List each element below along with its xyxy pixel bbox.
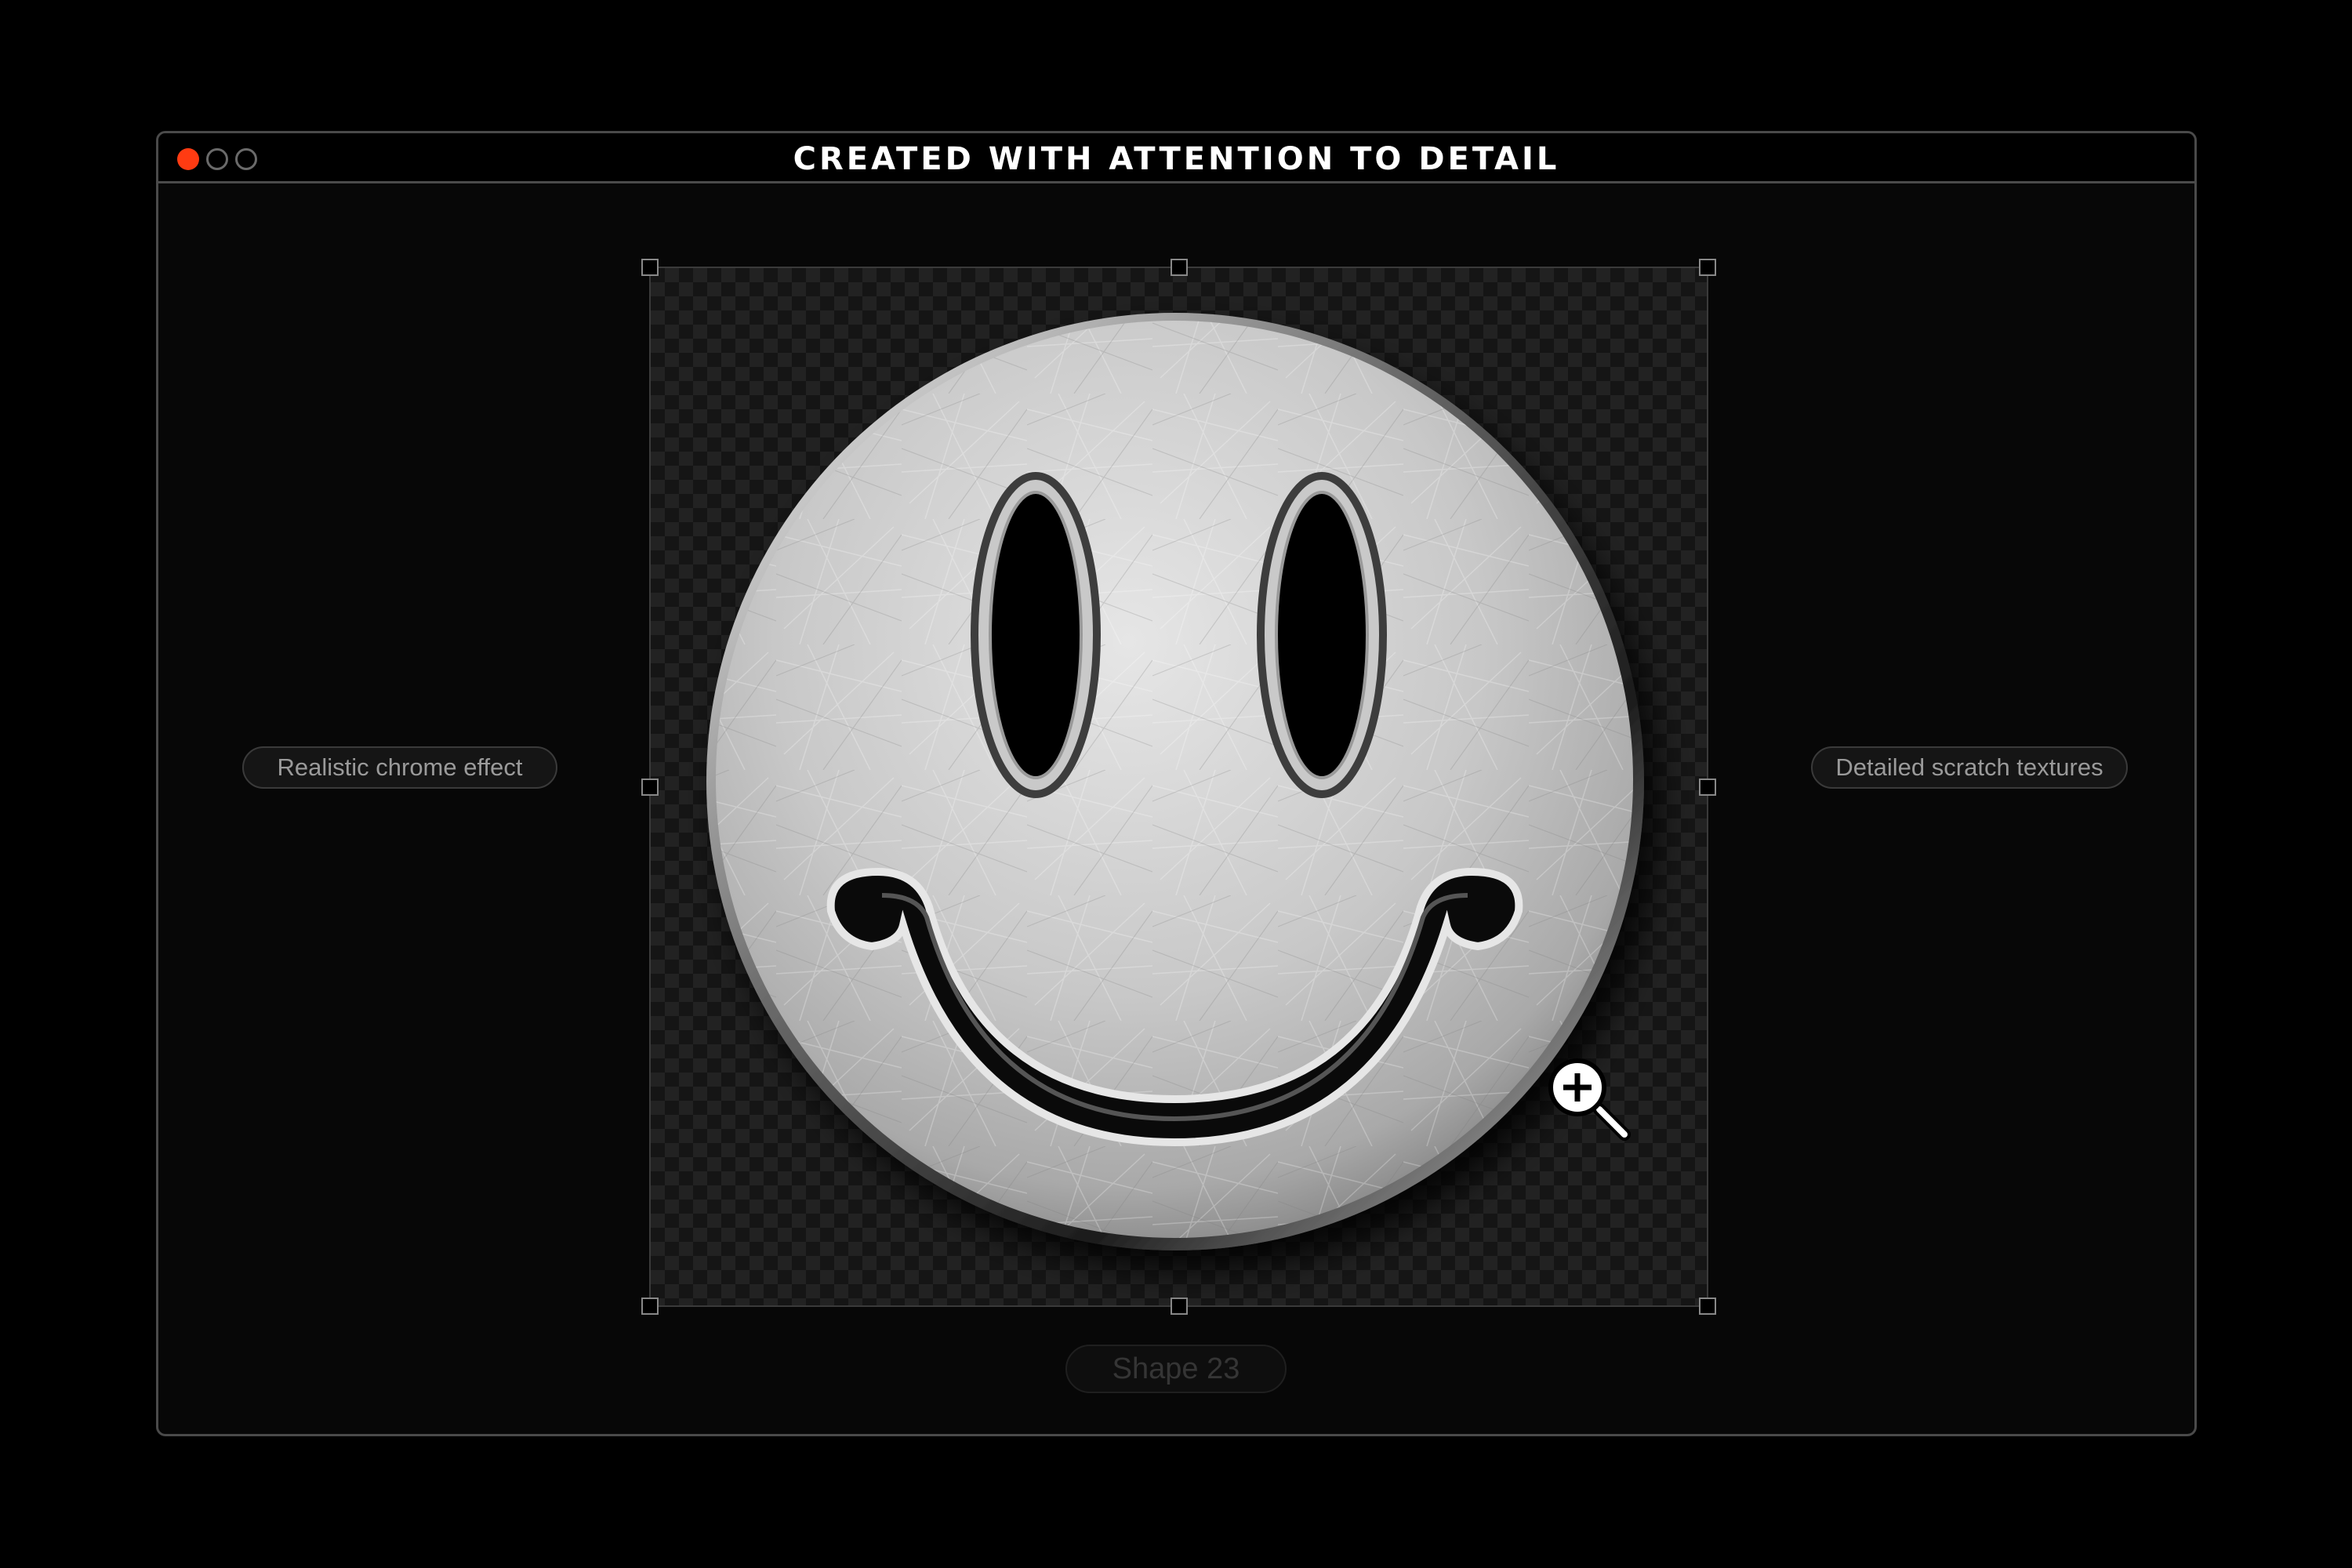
- artboard-selection[interactable]: [641, 259, 1716, 1315]
- app-window: CREATED WITH ATTENTION TO DETAIL Realist…: [156, 131, 2197, 1436]
- smiley-face-icon: [706, 313, 1644, 1250]
- feature-label-chrome: Realistic chrome effect: [242, 746, 557, 789]
- title-bar: CREATED WITH ATTENTION TO DETAIL: [158, 133, 2194, 183]
- smiley-left-eye: [971, 472, 1101, 798]
- window-title: CREATED WITH ATTENTION TO DETAIL: [793, 141, 1560, 177]
- layer-name-label: Shape 23: [1065, 1345, 1287, 1393]
- smiley-right-eye: [1257, 472, 1387, 798]
- zoom-in-icon[interactable]: [1546, 1056, 1632, 1142]
- feature-label-scratch: Detailed scratch textures: [1811, 746, 2128, 789]
